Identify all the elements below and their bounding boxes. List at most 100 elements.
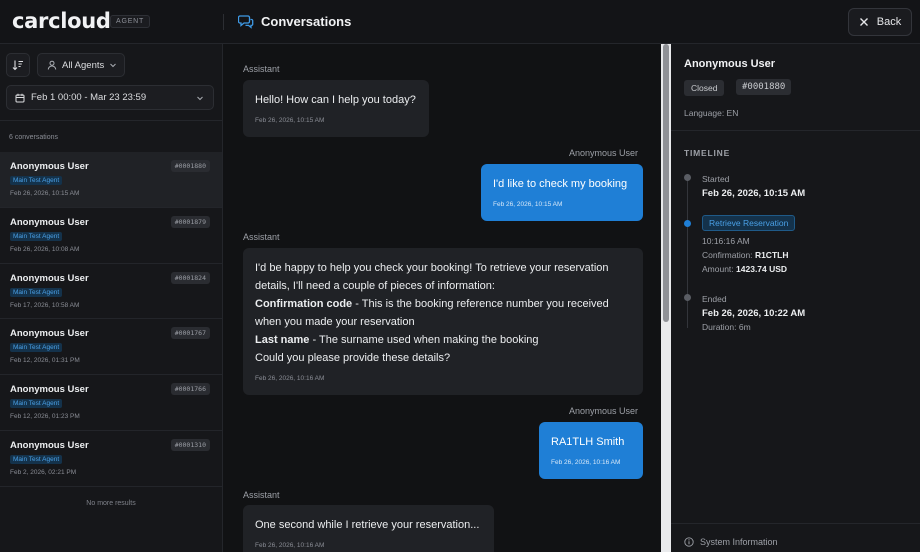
message-line: - The surname used when making the booki… bbox=[309, 334, 539, 346]
timeline-dot bbox=[684, 294, 691, 301]
agent-tag: Main Test Agent bbox=[10, 231, 63, 241]
message-sender: Assistant bbox=[243, 490, 280, 500]
message-line: when you made your reservation bbox=[255, 316, 415, 328]
user-message: RA1TLH Smith Feb 26, 2026, 10:16 AM bbox=[539, 422, 643, 479]
message-time: Feb 26, 2026, 10:15 AM bbox=[493, 201, 563, 208]
message-time: Feb 26, 2026, 10:16 AM bbox=[255, 542, 325, 549]
info-icon bbox=[684, 537, 694, 547]
date-range-picker[interactable]: Feb 1 00:00 - Mar 23 23:59 bbox=[6, 85, 214, 110]
conversation-count: 6 conversations bbox=[9, 134, 59, 141]
sort-button[interactable] bbox=[6, 53, 30, 77]
conversation-user-name: Anonymous User bbox=[10, 272, 89, 284]
agent-tag: Main Test Agent bbox=[10, 176, 63, 185]
timeline-line bbox=[687, 178, 688, 328]
top-bar: carcloud AGENT Conversations Back bbox=[0, 0, 920, 44]
conversation-id-badge: #0001880 bbox=[170, 160, 210, 172]
message-bold: Last name bbox=[255, 334, 310, 346]
system-information-label: System Information bbox=[700, 537, 778, 547]
conversation-item[interactable]: Anonymous User #0001879 Main Test Agent … bbox=[0, 208, 222, 264]
back-button[interactable]: Back bbox=[848, 8, 912, 36]
status-badge: Closed bbox=[684, 80, 725, 96]
conversation-date: Feb 12, 2026, 01:31 PM bbox=[10, 357, 80, 365]
chevron-down-icon bbox=[197, 96, 203, 101]
message-bullet: Last name - The surname used when making… bbox=[255, 331, 631, 349]
filter-divider bbox=[0, 120, 222, 121]
conversation-date: Feb 17, 2026, 10:58 AM bbox=[10, 301, 80, 309]
app-root: carcloud AGENT Conversations Back All Ag… bbox=[0, 0, 920, 552]
tool-call-amount: Amount: 1423.74 USD bbox=[702, 264, 788, 274]
message-text: One second while I retrieve your reserva… bbox=[255, 519, 480, 531]
chat-scrollbar-thumb[interactable] bbox=[663, 44, 669, 322]
conversation-list-panel: All Agents Feb 1 00:00 - Mar 23 23:59 6 … bbox=[0, 44, 223, 552]
user-message: I'd like to check my booking Feb 26, 202… bbox=[481, 164, 643, 221]
agents-filter-dropdown[interactable]: All Agents bbox=[37, 53, 125, 77]
conversation-id-badge: #0001310 bbox=[170, 438, 210, 451]
message-bullet: Confirmation code - This is the booking … bbox=[255, 295, 631, 313]
back-button-label: Back bbox=[876, 16, 902, 28]
message-sender: Anonymous User bbox=[569, 148, 639, 158]
conversation-id-badge: #0001880 bbox=[736, 79, 792, 95]
assistant-message: One second while I retrieve your reserva… bbox=[243, 505, 494, 552]
message-line: I'd be happy to help you check your book… bbox=[255, 262, 609, 274]
conversation-user-name: Anonymous User bbox=[10, 384, 89, 396]
conversation-user-name: Anonymous User bbox=[10, 161, 89, 172]
agent-badge: AGENT bbox=[110, 15, 151, 28]
conversation-details-panel: Anonymous User Closed #0001880 Language:… bbox=[671, 44, 920, 552]
conversation-item[interactable]: Anonymous User #0001824 Main Test Agent … bbox=[0, 264, 222, 320]
message-text: I'd like to check my booking bbox=[493, 178, 628, 190]
timeline-ended-value: Feb 26, 2026, 10:22 AM bbox=[702, 308, 806, 319]
message-sender: Anonymous User bbox=[569, 406, 639, 416]
amount-value: 1423.74 USD bbox=[736, 264, 788, 274]
timeline-started-value: Feb 26, 2026, 10:15 AM bbox=[702, 188, 806, 199]
message-line: - This is the booking reference number y… bbox=[352, 298, 609, 310]
conversation-item[interactable]: Anonymous User #0001767 Main Test Agent … bbox=[0, 319, 222, 376]
message-line: Could you please provide these details? bbox=[255, 352, 451, 364]
conversation-date: Feb 26, 2026, 10:15 AM bbox=[10, 190, 80, 197]
timeline-dot bbox=[684, 174, 691, 181]
calendar-icon bbox=[15, 93, 25, 102]
sort-icon bbox=[12, 60, 23, 71]
chat-transcript: Assistant Hello! How can I help you toda… bbox=[224, 44, 660, 552]
brand-logo: carcloud bbox=[12, 9, 111, 33]
agent-tag: Main Test Agent bbox=[10, 454, 63, 464]
no-more-results: No more results bbox=[86, 500, 136, 507]
user-icon bbox=[47, 60, 57, 70]
tool-call-confirmation: Confirmation: R1CTLH bbox=[702, 250, 789, 260]
message-text: RA1TLH Smith bbox=[551, 436, 625, 448]
conversation-id-badge: #0001879 bbox=[170, 215, 210, 228]
conversation-user-name: Anonymous User bbox=[10, 328, 89, 340]
duration-label: Duration: 6m bbox=[702, 322, 751, 332]
close-icon bbox=[859, 18, 868, 26]
details-divider bbox=[671, 130, 920, 131]
message-line: details, I'll need a couple of pieces of… bbox=[255, 280, 495, 292]
message-time: Feb 26, 2026, 10:16 AM bbox=[551, 459, 621, 466]
agents-filter-label: All Agents bbox=[62, 59, 105, 71]
conversation-id-badge: #0001824 bbox=[170, 271, 210, 284]
timeline-ended-label: Ended bbox=[702, 294, 727, 304]
confirmation-value: R1CTLH bbox=[754, 250, 789, 260]
timeline-heading: TIMELINE bbox=[684, 148, 731, 158]
conversation-item[interactable]: Anonymous User #0001880 Main Test Agent … bbox=[0, 152, 222, 208]
header-divider bbox=[223, 14, 224, 30]
details-bottom-divider bbox=[671, 523, 920, 524]
date-range-label: Feb 1 00:00 - Mar 23 23:59 bbox=[31, 92, 147, 103]
agent-tag: Main Test Agent bbox=[10, 343, 63, 353]
conversation-list: Anonymous User #0001880 Main Test Agent … bbox=[0, 152, 222, 487]
page-title: Conversations bbox=[261, 14, 352, 29]
conversation-date: Feb 26, 2026, 10:08 AM bbox=[10, 245, 80, 253]
system-information-toggle[interactable]: System Information bbox=[684, 537, 778, 547]
conversation-date: Feb 12, 2026, 01:23 PM bbox=[10, 413, 80, 421]
tool-call-tag[interactable]: Retrieve Reservation bbox=[702, 215, 796, 231]
timeline-started-label: Started bbox=[702, 174, 730, 184]
message-text: Hello! How can I help you today? bbox=[255, 94, 416, 106]
conversation-date: Feb 2, 2026, 02:21 PM bbox=[10, 468, 77, 476]
chevron-down-icon bbox=[110, 63, 117, 68]
conversation-item[interactable]: Anonymous User #0001766 Main Test Agent … bbox=[0, 375, 222, 431]
message-bold: Confirmation code bbox=[255, 298, 353, 310]
message-sender: Assistant bbox=[243, 64, 280, 74]
language-label: Language: EN bbox=[684, 108, 739, 118]
message-sender: Assistant bbox=[243, 232, 280, 242]
chat-bubbles-icon bbox=[238, 15, 254, 29]
conversation-item[interactable]: Anonymous User #0001310 Main Test Agent … bbox=[0, 431, 222, 487]
message-time: Feb 26, 2026, 10:15 AM bbox=[255, 117, 325, 124]
